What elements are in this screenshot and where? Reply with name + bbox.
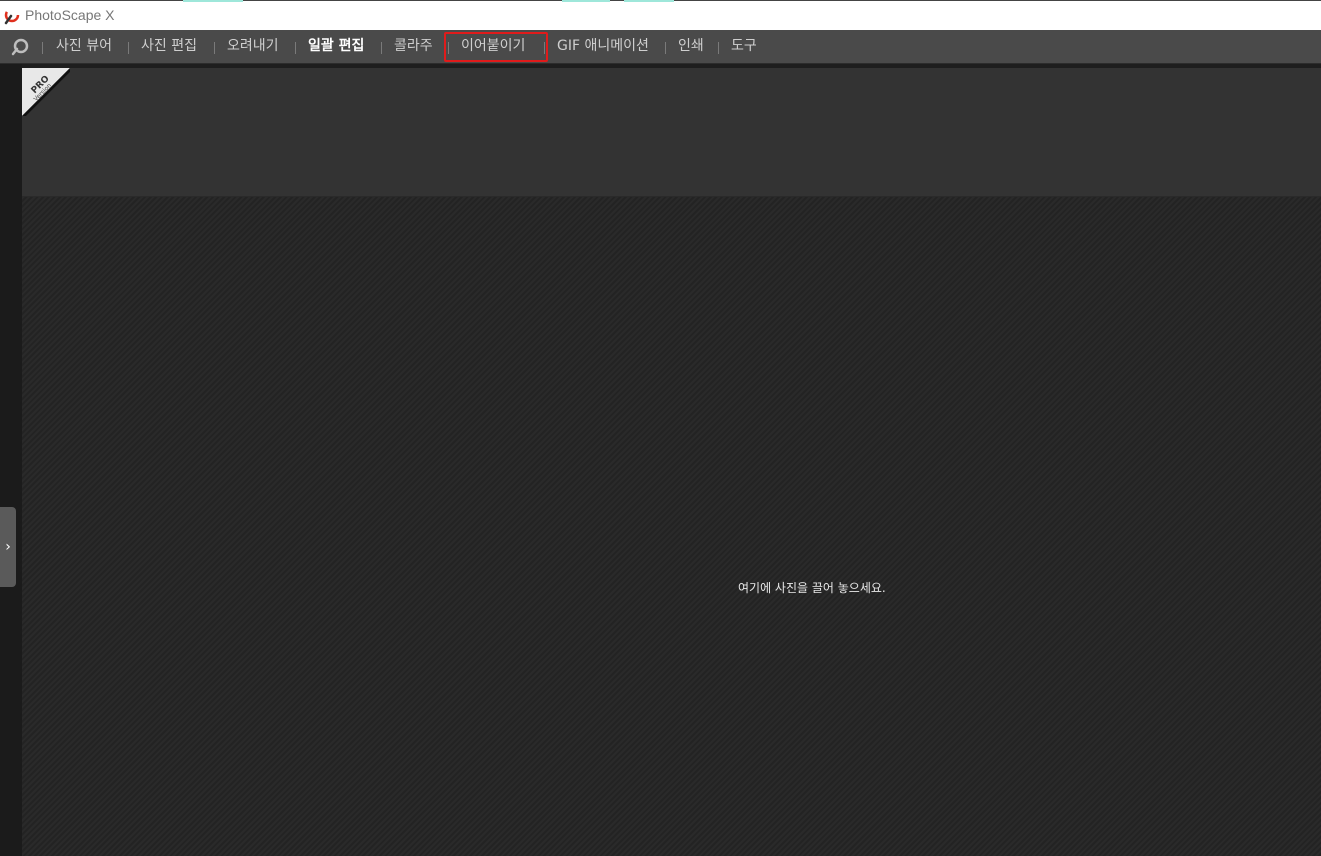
- menu-separator: [665, 42, 666, 54]
- menu-separator: [128, 42, 129, 54]
- window-title: PhotoScape X: [25, 7, 115, 23]
- main-menu-bar: 사진 뷰어 사진 편집 오려내기 일괄 편집 콜라주 이어붙이기 GIF 애니메…: [0, 30, 1321, 64]
- menu-separator: [544, 42, 545, 54]
- thumbnail-panel: [22, 68, 1321, 197]
- chevron-right-icon: ›: [5, 539, 11, 555]
- photo-drop-area[interactable]: [22, 197, 1321, 856]
- left-sidebar-rail: [0, 64, 22, 856]
- menu-collage[interactable]: 콜라주: [394, 30, 433, 63]
- expand-sidebar-button[interactable]: ›: [0, 507, 16, 587]
- menu-separator: [718, 42, 719, 54]
- pro-version-badge: PRO Version: [22, 68, 70, 116]
- menu-gif-animation[interactable]: GIF 애니메이션: [557, 30, 649, 63]
- menu-cut-out[interactable]: 오려내기: [227, 30, 279, 63]
- menu-batch-editor[interactable]: 일괄 편집: [308, 30, 364, 63]
- menu-tools[interactable]: 도구: [731, 30, 757, 63]
- menu-print[interactable]: 인쇄: [678, 30, 704, 63]
- menu-photo-editor[interactable]: 사진 편집: [141, 30, 197, 63]
- menu-photo-viewer[interactable]: 사진 뷰어: [56, 30, 112, 63]
- title-bar: PhotoScape X: [0, 0, 1321, 30]
- drop-area-message: 여기에 사진을 끌어 놓으세요.: [738, 581, 886, 595]
- menu-separator: [381, 42, 382, 54]
- menu-separator: [295, 42, 296, 54]
- photoscape-logo-icon: [4, 7, 20, 25]
- menu-combine[interactable]: 이어붙이기: [461, 30, 525, 63]
- menu-separator: [42, 42, 43, 54]
- home-logo-icon[interactable]: [10, 38, 30, 56]
- menu-separator: [214, 42, 215, 54]
- menu-separator: [448, 42, 449, 54]
